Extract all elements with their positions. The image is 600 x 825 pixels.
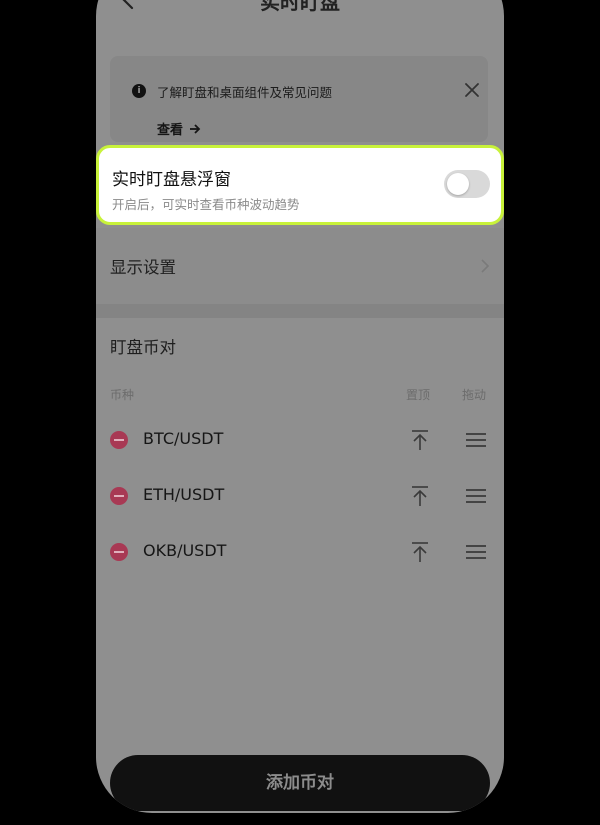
column-header-pin: 置顶 — [406, 388, 431, 402]
floating-window-toggle[interactable] — [444, 170, 490, 198]
page-title: 实时盯盘 — [260, 0, 340, 14]
pair-row: BTC/USDT — [96, 412, 504, 468]
remove-icon[interactable] — [110, 431, 128, 449]
close-icon[interactable] — [462, 80, 482, 100]
add-pair-button[interactable]: 添加币对 — [110, 755, 490, 811]
phone-screen: 实时盯盘 i 了解盯盘和桌面组件及常见问题 查看 实时盯盘悬浮窗 开启后，可实时… — [96, 0, 504, 813]
arrow-right-icon — [190, 123, 201, 134]
floating-window-setting: 实时盯盘悬浮窗 开启后，可实时查看币种波动趋势 — [96, 145, 504, 225]
pairs-section-title: 盯盘币对 — [110, 338, 176, 357]
display-settings-row[interactable]: 显示设置 — [96, 228, 504, 304]
display-settings-label: 显示设置 — [110, 258, 176, 277]
chevron-right-icon — [481, 259, 490, 273]
remove-icon[interactable] — [110, 487, 128, 505]
pair-name: ETH/USDT — [143, 485, 225, 504]
drag-handle-icon[interactable] — [465, 544, 487, 560]
drag-handle-icon[interactable] — [465, 432, 487, 448]
column-header-coin: 币种 — [110, 388, 135, 402]
pair-name: OKB/USDT — [143, 541, 227, 560]
pair-name: BTC/USDT — [143, 429, 224, 448]
pin-to-top-icon[interactable] — [411, 485, 429, 507]
view-link[interactable]: 查看 — [157, 119, 201, 138]
header: 实时盯盘 — [96, 0, 504, 30]
drag-handle-icon[interactable] — [465, 488, 487, 504]
column-header-drag: 拖动 — [462, 388, 487, 402]
remove-icon[interactable] — [110, 543, 128, 561]
pair-row: ETH/USDT — [96, 468, 504, 524]
section-divider — [96, 304, 504, 318]
floating-window-subtitle: 开启后，可实时查看币种波动趋势 — [112, 197, 300, 212]
pin-to-top-icon[interactable] — [411, 429, 429, 451]
pin-to-top-icon[interactable] — [411, 541, 429, 563]
info-text: 了解盯盘和桌面组件及常见问题 — [157, 85, 333, 100]
info-banner: i 了解盯盘和桌面组件及常见问题 查看 — [110, 56, 488, 142]
pair-row: OKB/USDT — [96, 524, 504, 580]
view-link-label: 查看 — [157, 123, 184, 138]
floating-window-title: 实时盯盘悬浮窗 — [112, 170, 231, 190]
toggle-knob — [447, 173, 469, 195]
info-icon: i — [132, 84, 146, 98]
